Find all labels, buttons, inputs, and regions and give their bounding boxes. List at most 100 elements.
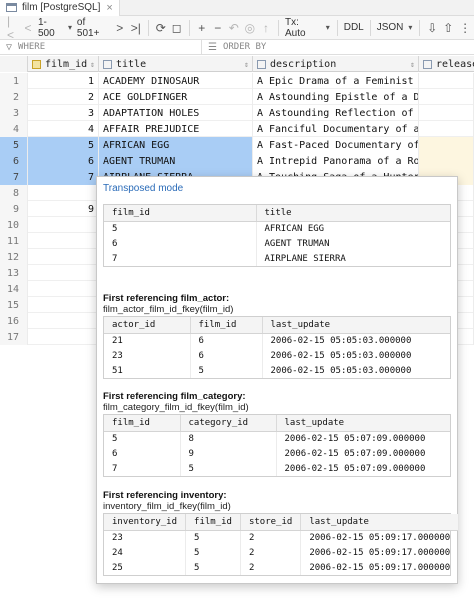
cell-title[interactable]: AFRICAN EGG xyxy=(99,137,253,153)
cell-film-id[interactable] xyxy=(28,249,99,265)
page-range[interactable]: 1-500 xyxy=(36,17,65,39)
cell-release[interactable] xyxy=(419,89,474,105)
cell-film-id[interactable] xyxy=(28,281,99,297)
cell-release[interactable] xyxy=(419,153,474,169)
row-number[interactable]: 10 xyxy=(0,217,28,233)
cell-film-id[interactable] xyxy=(28,313,99,329)
row-number[interactable]: 9 xyxy=(0,201,28,217)
import-icon[interactable]: ⇧ xyxy=(440,18,456,38)
column-header-description[interactable]: description ⇕ xyxy=(253,56,419,72)
table-row[interactable]: 25 5 2 2006-02-15 05:09:17.000000 xyxy=(104,560,458,575)
column-header-film-id[interactable]: film_id ⇕ xyxy=(28,56,99,72)
row-number[interactable]: 13 xyxy=(0,265,28,281)
add-row-icon[interactable]: + xyxy=(194,18,210,38)
cell-release[interactable] xyxy=(419,137,474,153)
row-number[interactable]: 17 xyxy=(0,329,28,345)
row-number[interactable]: 6 xyxy=(0,153,28,169)
table-row[interactable]: 6 AGENT TRUMAN xyxy=(104,236,450,251)
cell-film-id[interactable] xyxy=(28,233,99,249)
row-number[interactable]: 14 xyxy=(0,281,28,297)
export-icon[interactable]: ⇩ xyxy=(424,18,440,38)
table-row[interactable]: 6 6 AGENT TRUMAN A Intrepid Panorama of a R… xyxy=(0,153,474,169)
cell-title[interactable]: AGENT TRUMAN xyxy=(99,153,253,169)
tab-film[interactable]: film [PostgreSQL] × xyxy=(0,0,120,16)
table-row[interactable]: 5 5 AFRICAN EGG A Fast-Paced Documentary of… xyxy=(0,137,474,153)
cell-release[interactable] xyxy=(419,121,474,137)
cell-description[interactable]: A Astounding Reflection of a … xyxy=(253,105,419,121)
table-row[interactable]: 7 AIRPLANE SIERRA xyxy=(104,251,450,266)
next-page-icon[interactable]: > xyxy=(112,18,128,38)
table-row[interactable]: 5 AFRICAN EGG xyxy=(104,221,450,236)
cell-description[interactable]: A Fanciful Documentary of a F… xyxy=(253,121,419,137)
order-by-filter[interactable]: ☰ ORDER BY xyxy=(202,42,266,53)
row-number[interactable]: 1 xyxy=(0,73,28,89)
stop-icon[interactable]: ◻ xyxy=(169,18,185,38)
cell-film-id[interactable]: 3 xyxy=(28,105,99,121)
submit-icon[interactable]: ↑ xyxy=(258,18,274,38)
ddl-button[interactable]: DDL xyxy=(342,22,366,33)
cell-film-id[interactable]: 1 xyxy=(28,73,99,89)
table-row[interactable]: 23 5 2 2006-02-15 05:09:17.000000 xyxy=(104,530,458,545)
prev-page-icon[interactable]: < xyxy=(20,18,36,38)
table-row[interactable]: 1 1 ACADEMY DINOSAUR A Epic Drama of a Femi… xyxy=(0,73,474,89)
row-number[interactable]: 4 xyxy=(0,121,28,137)
cell-title[interactable]: ACE GOLDFINGER xyxy=(99,89,253,105)
table-row[interactable]: 51 5 2006-02-15 05:05:03.000000 xyxy=(104,363,450,378)
sort-arrows-icon[interactable]: ⇕ xyxy=(410,60,415,69)
cell-description[interactable]: A Fast-Paced Documentary of a… xyxy=(253,137,419,153)
row-number[interactable]: 7 xyxy=(0,169,28,185)
table-row[interactable]: 7 5 2006-02-15 05:07:09.000000 xyxy=(104,461,450,476)
cell-film-id[interactable]: 5 xyxy=(28,137,99,153)
cell-film-id[interactable]: 6 xyxy=(28,153,99,169)
table-row[interactable]: 3 3 ADAPTATION HOLES A Astounding Reflectio… xyxy=(0,105,474,121)
cell-film-id[interactable]: 2 xyxy=(28,89,99,105)
cell-film-id[interactable]: 9 xyxy=(28,201,99,217)
cell-description[interactable]: A Epic Drama of a Feminist An… xyxy=(253,73,419,89)
cell-title[interactable]: AFFAIR PREJUDICE xyxy=(99,121,253,137)
cell-film-id[interactable]: 4 xyxy=(28,121,99,137)
cell-film-id[interactable] xyxy=(28,297,99,313)
row-number[interactable]: 2 xyxy=(0,89,28,105)
table-row[interactable]: 24 5 2 2006-02-15 05:09:17.000000 xyxy=(104,545,458,560)
cell-release[interactable] xyxy=(419,73,474,89)
transposed-mode-link[interactable]: Transposed mode xyxy=(103,183,183,194)
cell-title[interactable]: ACADEMY DINOSAUR xyxy=(99,73,253,89)
sort-arrows-icon[interactable]: ⇕ xyxy=(90,60,95,69)
sort-arrows-icon[interactable]: ⇕ xyxy=(244,60,249,69)
table-row[interactable]: 6 9 2006-02-15 05:07:09.000000 xyxy=(104,446,450,461)
column-header-release[interactable]: release xyxy=(419,56,474,72)
table-row[interactable]: 5 8 2006-02-15 05:07:09.000000 xyxy=(104,431,450,446)
table-row[interactable]: 21 6 2006-02-15 05:05:03.000000 xyxy=(104,333,450,348)
cell-release[interactable] xyxy=(419,105,474,121)
table-row[interactable]: 2 2 ACE GOLDFINGER A Astounding Epistle of … xyxy=(0,89,474,105)
row-number[interactable]: 16 xyxy=(0,313,28,329)
delete-row-icon[interactable]: − xyxy=(210,18,226,38)
json-format-select[interactable]: JSON xyxy=(375,22,406,33)
cell-film-id[interactable]: 7 xyxy=(28,169,99,185)
row-number[interactable]: 8 xyxy=(0,185,28,201)
tx-dropdown-icon[interactable]: ▾ xyxy=(323,18,333,38)
table-row[interactable]: 23 6 2006-02-15 05:05:03.000000 xyxy=(104,348,450,363)
settings-icon[interactable]: ⋮ xyxy=(456,18,474,38)
column-header-title[interactable]: title ⇕ xyxy=(99,56,253,72)
row-number[interactable]: 11 xyxy=(0,233,28,249)
row-number[interactable]: 3 xyxy=(0,105,28,121)
close-tab-icon[interactable]: × xyxy=(106,2,112,14)
cell-description[interactable]: A Astounding Epistle of a Dat… xyxy=(253,89,419,105)
page-range-dropdown-icon[interactable]: ▾ xyxy=(65,18,75,38)
row-number[interactable]: 12 xyxy=(0,249,28,265)
cell-film-id[interactable] xyxy=(28,265,99,281)
table-row[interactable]: 4 4 AFFAIR PREJUDICE A Fanciful Documentary… xyxy=(0,121,474,137)
revert-icon[interactable]: ↶ xyxy=(226,18,242,38)
cell-title[interactable]: ADAPTATION HOLES xyxy=(99,105,253,121)
row-number[interactable]: 15 xyxy=(0,297,28,313)
tx-mode-select[interactable]: Tx: Auto xyxy=(283,17,323,39)
row-number[interactable]: 5 xyxy=(0,137,28,153)
cell-film-id[interactable] xyxy=(28,185,99,201)
last-page-icon[interactable]: >| xyxy=(128,18,144,38)
cell-description[interactable]: A Intrepid Panorama of a Robo… xyxy=(253,153,419,169)
view-icon[interactable]: ◎ xyxy=(242,18,258,38)
first-page-icon[interactable]: |< xyxy=(4,14,20,42)
where-filter[interactable]: ▽ WHERE xyxy=(0,39,202,55)
cell-film-id[interactable] xyxy=(28,329,99,345)
